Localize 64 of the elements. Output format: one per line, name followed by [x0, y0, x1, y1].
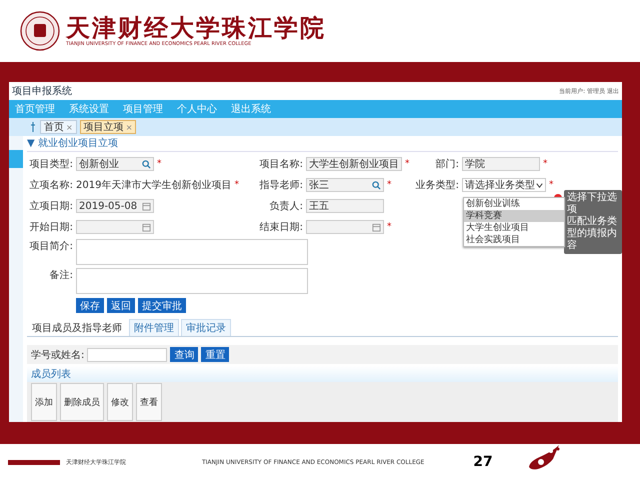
required-mark: * — [234, 180, 239, 190]
field-label: 开始日期: — [28, 220, 73, 234]
field-label: 项目简介: — [28, 240, 73, 253]
dropdown-option[interactable]: 学科竞赛 — [464, 210, 564, 222]
dropdown-option[interactable]: 大学生创业项目 — [464, 222, 564, 234]
text-area[interactable] — [76, 268, 308, 294]
readonly-field: 大学生创新创业项目 — [306, 157, 402, 171]
dropdown-option[interactable]: 创新创业训练 — [464, 198, 564, 210]
search-icon — [142, 160, 151, 168]
search-icon — [372, 180, 381, 190]
readonly-field: 王五 — [306, 199, 384, 213]
caret-icon — [535, 180, 544, 190]
form-button[interactable]: 提交审批 — [138, 298, 186, 313]
lookup-field[interactable]: 张三 — [306, 178, 384, 192]
date-field[interactable]: 2019-05-08 — [76, 199, 154, 213]
toolbar-button[interactable]: 查看 — [136, 383, 162, 421]
field-label: 负责人: — [268, 200, 303, 213]
field-label: 指导老师: — [258, 178, 303, 192]
required-mark: * — [387, 222, 392, 232]
field-label: 立项日期: — [28, 200, 73, 213]
toolbar-button[interactable]: 删除成员 — [60, 383, 104, 421]
field-label: 结束日期: — [258, 220, 303, 234]
field-label: 备注: — [48, 268, 73, 282]
calendar-icon — [142, 222, 151, 232]
detail-tab[interactable]: 附件管理 — [129, 319, 179, 336]
page-tab[interactable]: 首页 × — [40, 120, 77, 134]
search-field[interactable] — [87, 348, 168, 362]
pin-icon — [29, 122, 37, 132]
seal-logo-icon — [20, 11, 60, 51]
input-field[interactable]: 学院 — [462, 157, 540, 171]
list-title: 成员列表 — [27, 366, 618, 382]
required-mark: * — [387, 180, 392, 190]
app-title: 项目申报系统 — [12, 84, 72, 98]
sidebar-item[interactable] — [9, 150, 23, 168]
search-button[interactable]: 重置 — [201, 347, 230, 362]
form-button[interactable]: 返回 — [107, 298, 135, 313]
field-label: 立项名称: — [28, 178, 73, 192]
dropdown-option[interactable]: 社会实践项目 — [464, 234, 564, 246]
detail-tab[interactable]: 审批记录 — [181, 319, 231, 336]
required-mark: * — [543, 159, 548, 169]
required-mark: * — [549, 180, 554, 190]
calendar-icon — [142, 202, 151, 210]
field-value: 2019年天津市大学生创新创业项目 — [76, 178, 232, 192]
tooltip: 选择下拉选项 匹配业务类型的填报内容 — [564, 190, 622, 254]
field-label: 业务类型: — [414, 178, 459, 192]
calendar-icon — [372, 222, 381, 232]
date-field[interactable] — [76, 220, 154, 234]
search-label: 学号或姓名: — [31, 348, 84, 362]
page-tab[interactable]: 项目立项 × — [80, 120, 136, 134]
lookup-field[interactable]: 创新创业 — [76, 157, 154, 171]
field-label: 部门: — [434, 158, 459, 171]
date-field[interactable] — [306, 220, 384, 234]
field-label: 项目类型: — [28, 158, 73, 171]
required-mark: * — [405, 159, 410, 169]
required-mark: * — [157, 159, 162, 169]
field-label: 项目名称: — [258, 158, 303, 171]
section-title: ▼ 就业创业项目立项 — [27, 136, 618, 152]
search-button[interactable]: 查询 — [170, 347, 198, 362]
college-name: 天津财经大学珠江学院 — [66, 15, 326, 41]
text-area[interactable] — [76, 239, 308, 265]
toolbar-button[interactable]: 修改 — [107, 383, 133, 421]
page-number: 27 — [472, 454, 494, 470]
toolbar-button[interactable]: 添加 — [31, 383, 57, 421]
form-button[interactable]: 保存 — [76, 298, 104, 313]
